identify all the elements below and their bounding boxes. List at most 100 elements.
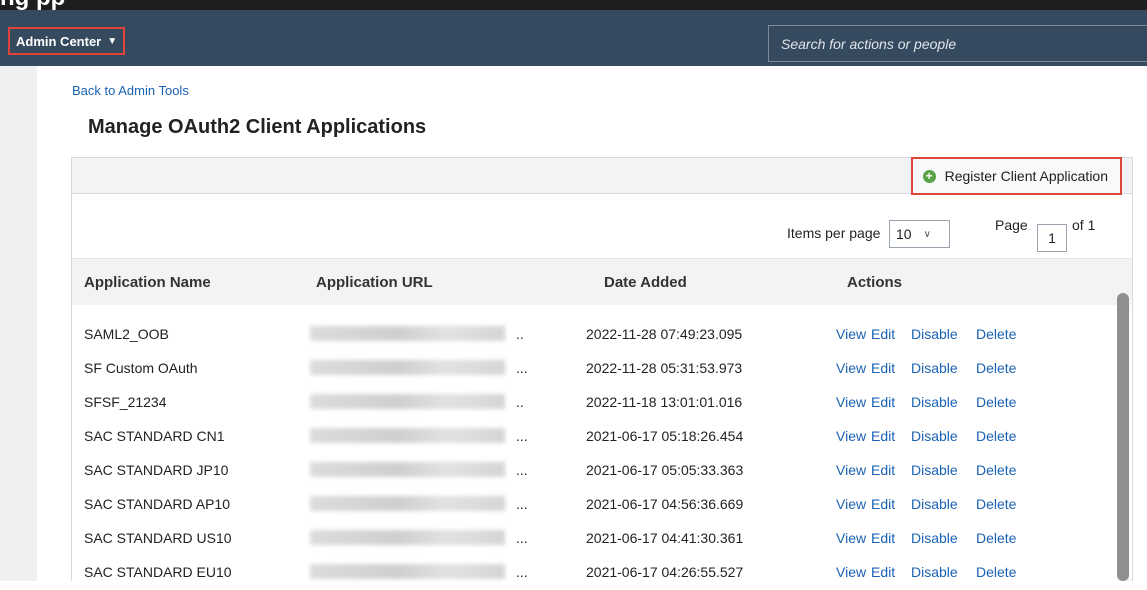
view-link[interactable]: View	[836, 462, 866, 478]
back-to-admin-tools-link[interactable]: Back to Admin Tools	[72, 83, 189, 98]
delete-link[interactable]: Delete	[976, 428, 1016, 444]
edit-link[interactable]: Edit	[871, 428, 895, 444]
edit-link[interactable]: Edit	[871, 326, 895, 342]
table-body: SAML2_OOB .. 2022-11-28 07:49:23.095 Vie…	[72, 304, 1132, 584]
register-button-label: Register Client Application	[944, 168, 1108, 184]
admin-center-label: Admin Center	[16, 33, 102, 49]
client-applications-panel: + Register Client Application Items per …	[71, 157, 1133, 581]
page-number-input[interactable]	[1037, 224, 1067, 252]
table-row: SFSF_21234 .. 2022-11-18 13:01:01.016 Vi…	[72, 386, 1132, 420]
edit-link[interactable]: Edit	[871, 462, 895, 478]
top-header-bar: Admin Center ▼	[0, 10, 1147, 66]
disable-link[interactable]: Disable	[911, 564, 958, 580]
table-scrollbar-thumb[interactable]	[1117, 293, 1129, 581]
redacted-url	[310, 462, 505, 477]
column-header-date-added: Date Added	[604, 274, 687, 291]
delete-link[interactable]: Delete	[976, 496, 1016, 512]
column-header-application-url: Application URL	[316, 274, 433, 291]
table-row: SAC STANDARD AP10 ... 2021-06-17 04:56:3…	[72, 488, 1132, 522]
top-caption-strip: ng pp	[0, 0, 1147, 10]
application-name: SFSF_21234	[84, 394, 167, 410]
application-name: SAC STANDARD EU10	[84, 564, 232, 580]
table-row: SF Custom OAuth ... 2022-11-28 05:31:53.…	[72, 352, 1132, 386]
view-link[interactable]: View	[836, 360, 866, 376]
admin-center-menu-button[interactable]: Admin Center ▼	[8, 27, 126, 55]
table-row: SAML2_OOB .. 2022-11-28 07:49:23.095 Vie…	[72, 318, 1132, 352]
left-rail	[0, 66, 37, 581]
column-header-application-name: Application Name	[84, 274, 211, 291]
url-truncation: ...	[516, 496, 528, 512]
disable-link[interactable]: Disable	[911, 530, 958, 546]
delete-link[interactable]: Delete	[976, 564, 1016, 580]
redacted-url	[310, 428, 505, 443]
view-link[interactable]: View	[836, 564, 866, 580]
delete-link[interactable]: Delete	[976, 462, 1016, 478]
application-name: SAML2_OOB	[84, 326, 169, 342]
view-link[interactable]: View	[836, 530, 866, 546]
url-truncation: ...	[516, 530, 528, 546]
date-added: 2021-06-17 04:56:36.669	[586, 496, 744, 512]
date-added: 2022-11-28 05:31:53.973	[586, 360, 743, 376]
delete-link[interactable]: Delete	[976, 394, 1016, 410]
url-truncation: ...	[516, 360, 528, 376]
date-added: 2022-11-28 07:49:23.095	[586, 326, 743, 342]
application-name: SF Custom OAuth	[84, 360, 198, 376]
disable-link[interactable]: Disable	[911, 462, 958, 478]
table-row: SAC STANDARD JP10 ... 2021-06-17 05:05:3…	[72, 454, 1132, 488]
url-truncation: ...	[516, 428, 528, 444]
edit-link[interactable]: Edit	[871, 496, 895, 512]
edit-link[interactable]: Edit	[871, 360, 895, 376]
column-header-actions: Actions	[847, 274, 903, 291]
application-name: SAC STANDARD AP10	[84, 496, 231, 512]
disable-link[interactable]: Disable	[911, 326, 958, 342]
edit-link[interactable]: Edit	[871, 530, 895, 546]
view-link[interactable]: View	[836, 394, 866, 410]
items-per-page-select[interactable]: 10 ∨	[889, 220, 950, 248]
table-header: Application Name Application URL Date Ad…	[72, 258, 1132, 305]
redacted-url	[310, 530, 505, 545]
date-added: 2021-06-17 05:18:26.454	[586, 428, 744, 444]
register-client-application-button[interactable]: + Register Client Application	[910, 157, 1122, 195]
page-count-label: of 1	[1072, 217, 1096, 233]
panel-toolbar: + Register Client Application	[72, 157, 1132, 195]
disable-link[interactable]: Disable	[911, 428, 958, 444]
edit-link[interactable]: Edit	[871, 394, 895, 410]
view-link[interactable]: View	[836, 496, 866, 512]
application-name: SAC STANDARD US10	[84, 530, 232, 546]
cropped-caption-text: ng pp	[0, 0, 65, 10]
edit-link[interactable]: Edit	[871, 564, 895, 580]
date-added: 2022-11-18 13:01:01.016	[586, 394, 743, 410]
view-link[interactable]: View	[836, 428, 866, 444]
url-truncation: ..	[516, 326, 524, 342]
search-input[interactable]	[768, 25, 1147, 62]
application-name: SAC STANDARD CN1	[84, 428, 225, 444]
table-row: SAC STANDARD CN1 ... 2021-06-17 05:18:26…	[72, 420, 1132, 454]
application-name: SAC STANDARD JP10	[84, 462, 229, 478]
items-per-page-value: 10	[896, 226, 912, 242]
redacted-url	[310, 564, 505, 579]
disable-link[interactable]: Disable	[911, 496, 958, 512]
url-truncation: ...	[516, 564, 528, 580]
url-truncation: ..	[516, 394, 524, 410]
add-circle-icon: +	[922, 169, 936, 183]
delete-link[interactable]: Delete	[976, 530, 1016, 546]
chevron-down-icon: ∨	[923, 228, 931, 240]
redacted-url	[310, 326, 505, 341]
redacted-url	[310, 394, 505, 409]
disable-link[interactable]: Disable	[911, 360, 958, 376]
disable-link[interactable]: Disable	[911, 394, 958, 410]
items-per-page-label: Items per page	[787, 225, 881, 241]
url-truncation: ...	[516, 462, 528, 478]
delete-link[interactable]: Delete	[976, 326, 1016, 342]
page-label: Page	[995, 217, 1028, 233]
view-link[interactable]: View	[836, 326, 866, 342]
redacted-url	[310, 360, 505, 375]
page-title: Manage OAuth2 Client Applications	[88, 116, 427, 138]
caret-down-icon: ▼	[107, 35, 118, 47]
delete-link[interactable]: Delete	[976, 360, 1016, 376]
redacted-url	[310, 496, 505, 511]
date-added: 2021-06-17 04:41:30.361	[586, 530, 744, 546]
date-added: 2021-06-17 04:26:55.527	[586, 564, 744, 580]
table-row: SAC STANDARD US10 ... 2021-06-17 04:41:3…	[72, 522, 1132, 556]
pagination-bar: Items per page 10 ∨ Page of 1	[72, 194, 1132, 258]
